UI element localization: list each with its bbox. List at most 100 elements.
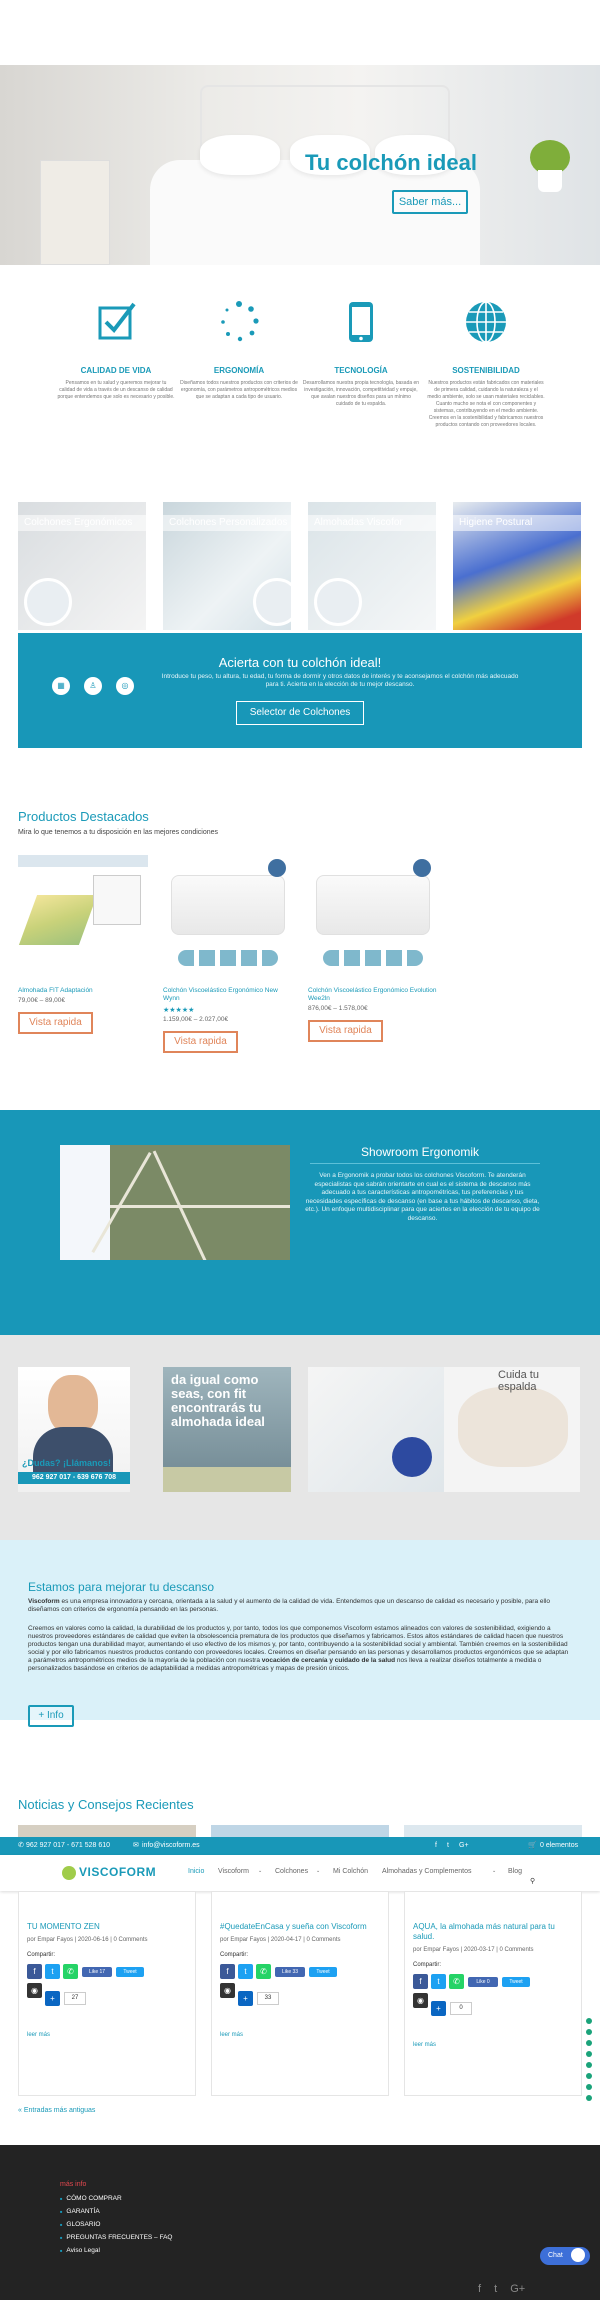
nav-dot[interactable] — [586, 2095, 592, 2101]
top-phones[interactable]: 962 927 017 - 671 528 610 — [26, 1837, 110, 1855]
promo-section: ¿Dudas? ¡Llámanos! 962 927 017 - 639 676… — [0, 1335, 600, 1540]
footer-link[interactable]: PREGUNTAS FRECUENTES – FAQ — [60, 2234, 172, 2247]
nav-item-blog[interactable]: Blog — [508, 1868, 522, 1875]
facebook-share-icon[interactable]: f — [27, 1964, 42, 1979]
feature-technology: TECNOLOGÍA Desarrollamos nuestra propia … — [302, 300, 420, 408]
footer-link[interactable]: Aviso Legal — [60, 2247, 173, 2260]
tweet-button[interactable]: Tweet — [502, 1977, 530, 1987]
about-paragraph-2: Creemos en valores como la calidad, la d… — [28, 1625, 569, 1672]
category-label: Colchones Personalizados — [163, 515, 291, 531]
footer-link[interactable]: GARANTÍA — [60, 2208, 173, 2221]
nav-item-mi-colchon[interactable]: Mi Colchón — [333, 1868, 368, 1875]
footer-link[interactable]: CÓMO COMPRAR — [60, 2195, 173, 2208]
feature-text: Pensamos en tu salud y queremos mejorar … — [57, 380, 175, 400]
whatsapp-share-icon[interactable]: ✆ — [256, 1964, 271, 1979]
nav-dot[interactable] — [586, 2051, 592, 2057]
nav-item-almohadas[interactable]: Almohadas y Complementos — [382, 1868, 472, 1875]
product-name[interactable]: Almohada FIT Adaptación — [18, 987, 148, 995]
older-entries-link[interactable]: « Entradas más antiguas — [18, 2107, 95, 2114]
category-postural-hygiene[interactable]: Higiene Postural — [453, 502, 581, 630]
more-info-button[interactable]: + Info — [28, 1705, 74, 1727]
call-us-promo[interactable]: ¿Dudas? ¡Llámanos! 962 927 017 - 639 676… — [18, 1367, 130, 1492]
product-image[interactable] — [308, 855, 438, 975]
read-more-link[interactable]: leer más — [27, 2032, 50, 2038]
twitter-icon[interactable]: t — [494, 2283, 497, 2295]
facebook-icon[interactable]: f — [478, 2283, 481, 2295]
phone-icon: ✆ — [18, 1842, 24, 1849]
logo-mark-icon — [62, 1865, 76, 1880]
add-share-button[interactable]: + — [238, 1991, 253, 2006]
google-plus-icon[interactable]: G+ — [510, 2283, 525, 2295]
product-card: Colchón Viscoelástico Ergonómico Evoluti… — [308, 855, 438, 1042]
whatsapp-share-icon[interactable]: ✆ — [449, 1974, 464, 1989]
add-share-button[interactable]: + — [431, 2001, 446, 2016]
quick-view-button[interactable]: Vista rapida — [18, 1012, 93, 1034]
cart-count[interactable]: 0 elementos — [540, 1837, 578, 1855]
like-button[interactable]: Like 33 — [275, 1967, 305, 1977]
nav-dot[interactable] — [586, 2062, 592, 2068]
tweet-button[interactable]: Tweet — [309, 1967, 337, 1977]
nightstand-image — [40, 160, 110, 265]
facebook-share-icon[interactable]: f — [220, 1964, 235, 1979]
quick-view-button[interactable]: Vista rapida — [163, 1031, 238, 1053]
post-title[interactable]: AQUA, la almohada más natural para tu sa… — [413, 1922, 573, 1942]
nav-dot[interactable] — [586, 2084, 592, 2090]
cart-icon[interactable]: 🛒 — [528, 1837, 537, 1855]
whatsapp-share-icon[interactable]: ✆ — [63, 1964, 78, 1979]
products-subtitle: Mira lo que tenemos a tu disposición en … — [18, 829, 218, 836]
plant-pot-image — [538, 170, 562, 192]
post-title[interactable]: TU MOMENTO ZEN — [27, 1922, 187, 1932]
nav-dot[interactable] — [586, 2040, 592, 2046]
product-image[interactable] — [163, 855, 293, 975]
facebook-icon[interactable]: f — [435, 1837, 437, 1855]
like-button[interactable]: Like 0 — [468, 1977, 498, 1987]
google-plus-icon[interactable]: G+ — [459, 1837, 469, 1855]
share-counter-icon: ◉ — [413, 1993, 428, 2008]
product-name[interactable]: Colchón Viscoelástico Ergonómico New Wyn… — [163, 987, 293, 1003]
category-pillows[interactable]: Almohadas Viscofor — [308, 502, 436, 630]
share-count: 33 — [257, 1992, 279, 2005]
read-more-link[interactable]: leer más — [413, 2042, 436, 2048]
nav-item-colchones[interactable]: Colchones — [275, 1868, 308, 1875]
search-icon[interactable]: ⚲ — [530, 1877, 535, 1885]
showroom-map-image[interactable] — [60, 1145, 290, 1260]
top-email[interactable]: info@viscoform.es — [142, 1837, 200, 1855]
category-label: Almohadas Viscofor — [308, 515, 436, 531]
hero-title: Tu colchón ideal — [305, 150, 477, 175]
learn-more-button[interactable]: Saber más... — [392, 190, 468, 214]
facebook-share-icon[interactable]: f — [413, 1974, 428, 1989]
twitter-share-icon[interactable]: t — [238, 1964, 253, 1979]
product-image[interactable] — [18, 855, 148, 975]
add-share-button[interactable]: + — [45, 1991, 60, 2006]
twitter-share-icon[interactable]: t — [45, 1964, 60, 1979]
showroom-title: Showroom Ergonomik — [360, 1145, 480, 1159]
nav-dot[interactable] — [586, 2073, 592, 2079]
site-logo[interactable]: VISCOFORM — [62, 1865, 156, 1880]
care-promo[interactable]: Cuida tu espalda — [308, 1367, 580, 1492]
product-name[interactable]: Colchón Viscoelástico Ergonómico Evoluti… — [308, 987, 438, 1003]
brand-logo-icon — [24, 578, 72, 626]
fit-pillow-promo[interactable]: da igual como seas, con fit encontrarás … — [163, 1367, 291, 1492]
mattress-selector-button[interactable]: Selector de Colchones — [236, 701, 364, 725]
footer-links: CÓMO COMPRAR GARANTÍA GLOSARIO PREGUNTAS… — [60, 2195, 173, 2260]
tweet-button[interactable]: Tweet — [116, 1967, 144, 1977]
nav-dot[interactable] — [586, 2029, 592, 2035]
footer-link[interactable]: GLOSARIO — [60, 2221, 173, 2234]
selector-text: Introduce tu peso, tu altura, tu edad, t… — [161, 673, 519, 688]
chat-button[interactable]: Chat — [540, 2247, 590, 2265]
twitter-icon[interactable]: t — [447, 1837, 449, 1855]
brand-name: Viscoform — [28, 1598, 60, 1605]
post-title[interactable]: #QuedateEnCasa y sueña con Viscoform — [220, 1922, 380, 1932]
read-more-link[interactable]: leer más — [220, 2032, 243, 2038]
like-button[interactable]: Like 17 — [82, 1967, 112, 1977]
category-custom-mattresses[interactable]: Colchones Personalizados — [163, 502, 291, 630]
footer-heading: más info — [60, 2181, 87, 2188]
people-icon: ♙ — [84, 677, 102, 695]
nav-dot[interactable] — [586, 2018, 592, 2024]
nav-item-inicio[interactable]: Inicio — [188, 1868, 204, 1875]
category-ergonomic-mattresses[interactable]: Colchones Ergonómicos — [18, 502, 146, 630]
nav-item-viscoform[interactable]: Viscoform — [218, 1868, 249, 1875]
post-meta: por Empar Fayos | 2020-06-16 | 0 Comment… — [27, 1937, 148, 1943]
quick-view-button[interactable]: Vista rapida — [308, 1020, 383, 1042]
twitter-share-icon[interactable]: t — [431, 1974, 446, 1989]
